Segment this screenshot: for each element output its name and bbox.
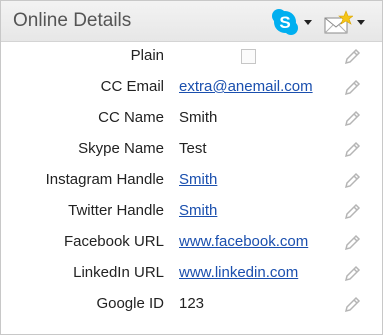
cc-email-link[interactable]: extra@anemail.com	[179, 78, 313, 95]
row-label: Instagram Handle	[45, 171, 164, 188]
row-label: Skype Name	[78, 140, 164, 157]
skype-icon: S	[272, 9, 298, 35]
pencil-icon[interactable]	[343, 48, 361, 66]
skype-name-value: Test	[179, 140, 207, 157]
pencil-icon[interactable]	[343, 234, 361, 252]
row-label: Plain	[130, 47, 164, 64]
twitter-handle-link[interactable]: Smith	[179, 202, 217, 219]
row-google-id: Google ID 123	[1, 290, 382, 321]
pencil-icon[interactable]	[343, 296, 361, 314]
pencil-icon[interactable]	[343, 141, 361, 159]
pencil-icon[interactable]	[343, 172, 361, 190]
facebook-url-link[interactable]: www.facebook.com	[179, 233, 308, 250]
row-cc-email: CC Email extra@anemail.com	[1, 73, 382, 104]
row-twitter-handle: Twitter Handle Smith	[1, 197, 382, 228]
svg-text:S: S	[279, 13, 290, 32]
row-cc-name: CC Name Smith	[1, 104, 382, 135]
row-label: CC Email	[100, 78, 164, 95]
pencil-icon[interactable]	[343, 265, 361, 283]
chevron-down-icon	[357, 20, 365, 25]
linkedin-url-link[interactable]: www.linkedin.com	[179, 264, 298, 281]
panel-header: Online Details S	[1, 1, 382, 42]
row-label: CC Name	[98, 109, 164, 126]
chevron-down-icon	[304, 20, 312, 25]
row-facebook-url: Facebook URL www.facebook.com	[1, 228, 382, 259]
google-id-value: 123	[179, 295, 205, 312]
row-instagram-handle: Instagram Handle Smith	[1, 166, 382, 197]
pencil-icon[interactable]	[343, 203, 361, 221]
new-email-dropdown-button[interactable]	[323, 8, 369, 36]
row-skype-name: Skype Name Test	[1, 135, 382, 166]
row-label: Twitter Handle	[68, 202, 164, 219]
pencil-icon[interactable]	[343, 79, 361, 97]
panel-title: Online Details	[13, 10, 132, 31]
row-linkedin-url: LinkedIn URL www.linkedin.com	[1, 259, 382, 290]
row-label: Facebook URL	[63, 233, 164, 250]
pencil-icon[interactable]	[343, 110, 361, 128]
instagram-handle-link[interactable]: Smith	[179, 171, 217, 188]
row-label: Google ID	[96, 295, 164, 312]
row-plain: Plain	[1, 42, 382, 73]
online-details-panel: Online Details S Plain CC Email extra@an…	[0, 0, 383, 335]
plain-checkbox[interactable]	[241, 49, 256, 64]
row-label: LinkedIn URL	[73, 264, 164, 281]
skype-dropdown-button[interactable]: S	[271, 8, 317, 36]
new-email-icon	[324, 10, 353, 34]
cc-name-value: Smith	[179, 109, 218, 126]
